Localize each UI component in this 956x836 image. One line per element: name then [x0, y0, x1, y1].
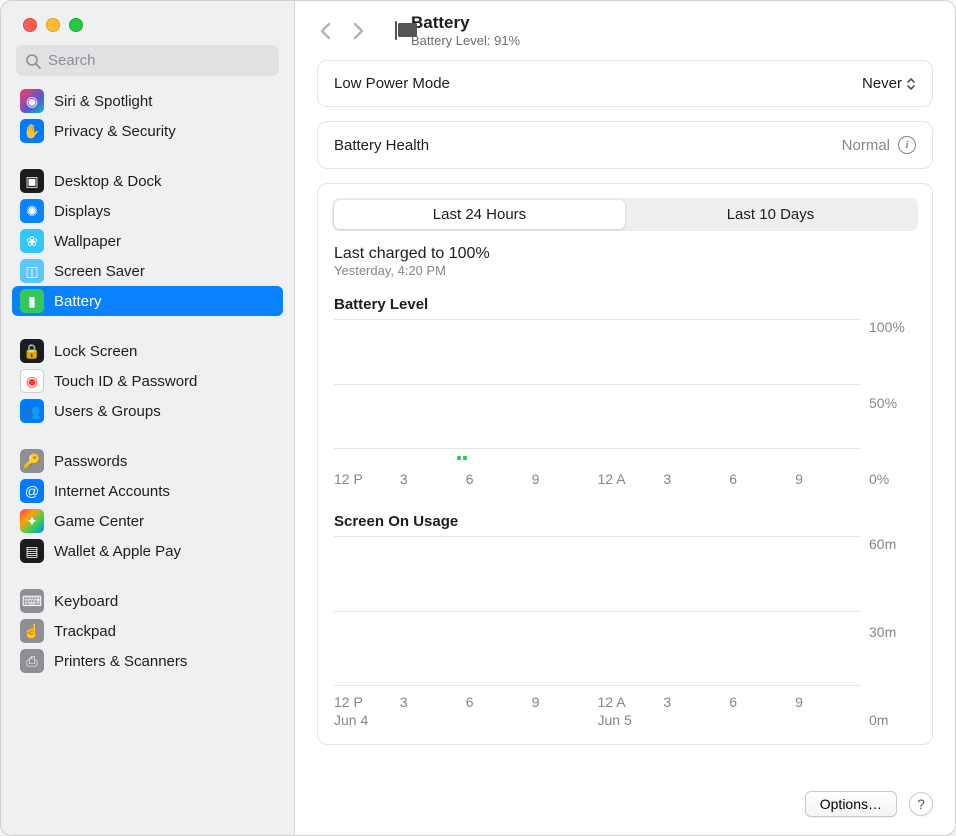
updown-icon [906, 76, 916, 92]
segment-last-24-hours[interactable]: Last 24 Hours [334, 200, 625, 229]
sidebar-item-label: Trackpad [54, 623, 116, 640]
low-power-mode-row: Low Power Mode Never [317, 60, 933, 107]
sidebar-item-label: Users & Groups [54, 403, 161, 420]
touch-id-password-icon: ◉ [20, 369, 44, 393]
sidebar-item-battery[interactable]: ▮ Battery [12, 286, 283, 316]
main-content: Battery Battery Level: 91% Low Power Mod… [295, 1, 955, 835]
screen-saver-icon: ◫ [20, 259, 44, 283]
settings-window: ◉ Siri & Spotlight ✋ Privacy & Security ▣ Des… [0, 0, 956, 836]
sidebar-item-printers-scanners[interactable]: ⎙ Printers & Scanners [12, 646, 283, 676]
back-button[interactable] [313, 16, 339, 46]
passwords-icon: 🔑 [20, 449, 44, 473]
footer: Options… ? [295, 787, 955, 835]
sidebar-item-lock-screen[interactable]: 🔒 Lock Screen [12, 336, 283, 366]
screen-on-chart-title: Screen On Usage [334, 513, 916, 530]
sidebar: ◉ Siri & Spotlight ✋ Privacy & Security ▣ Des… [1, 1, 295, 835]
sidebar-item-touch-id-password[interactable]: ◉ Touch ID & Password [12, 366, 283, 396]
last-charged-title: Last charged to 100% [334, 245, 916, 263]
sidebar-item-keyboard[interactable]: ⌨ Keyboard [12, 586, 283, 616]
sidebar-item-label: Touch ID & Password [54, 373, 197, 390]
page-title: Battery [411, 13, 520, 33]
time-range-segmented[interactable]: Last 24 HoursLast 10 Days [332, 198, 918, 231]
sidebar-item-displays[interactable]: ✺ Displays [12, 196, 283, 226]
sidebar-item-internet-accounts[interactable]: @ Internet Accounts [12, 476, 283, 506]
sidebar-item-label: Game Center [54, 513, 144, 530]
privacy-security-icon: ✋ [20, 119, 44, 143]
sidebar-item-siri-spotlight[interactable]: ◉ Siri & Spotlight [12, 86, 283, 116]
battery-level-chart-title: Battery Level [334, 296, 916, 313]
lock-screen-icon: 🔒 [20, 339, 44, 363]
sidebar-item-label: Wallet & Apple Pay [54, 543, 181, 560]
last-charged-subtitle: Yesterday, 4:20 PM [334, 263, 916, 278]
low-power-mode-popup[interactable]: Never [862, 75, 916, 92]
battery-health-value: Normal [842, 137, 890, 154]
internet-accounts-icon: @ [20, 479, 44, 503]
sidebar-item-trackpad[interactable]: ☝ Trackpad [12, 616, 283, 646]
header: Battery Battery Level: 91% [295, 1, 955, 60]
usage-card: Last 24 HoursLast 10 Days Last charged t… [317, 183, 933, 745]
screen-on-chart: 12 P36912 A369 Jun 4Jun 5 60m30m0m [334, 536, 916, 728]
battery-health-row: Battery Health Normal i [317, 121, 933, 169]
displays-icon: ✺ [20, 199, 44, 223]
sidebar-list[interactable]: ◉ Siri & Spotlight ✋ Privacy & Security ▣ Des… [1, 86, 294, 835]
minimize-button[interactable] [46, 18, 60, 32]
low-power-mode-label: Low Power Mode [334, 75, 450, 92]
sidebar-item-label: Siri & Spotlight [54, 93, 152, 110]
sidebar-item-label: Printers & Scanners [54, 653, 187, 670]
printers-scanners-icon: ⎙ [20, 649, 44, 673]
close-button[interactable] [23, 18, 37, 32]
sidebar-item-label: Displays [54, 203, 111, 220]
help-button[interactable]: ? [909, 792, 933, 816]
info-icon[interactable]: i [898, 136, 916, 154]
battery-level-chart: 12 P36912 A369 100%50%0% [334, 319, 916, 487]
trackpad-icon: ☝ [20, 619, 44, 643]
sidebar-item-wallet-apple-pay[interactable]: ▤ Wallet & Apple Pay [12, 536, 283, 566]
segment-last-10-days[interactable]: Last 10 Days [625, 200, 916, 229]
window-controls [1, 1, 294, 32]
forward-button[interactable] [345, 16, 371, 46]
sidebar-item-label: Internet Accounts [54, 483, 170, 500]
siri-spotlight-icon: ◉ [20, 89, 44, 113]
keyboard-icon: ⌨ [20, 589, 44, 613]
sidebar-item-label: Privacy & Security [54, 123, 176, 140]
options-button[interactable]: Options… [805, 791, 897, 817]
sidebar-item-game-center[interactable]: ✦ Game Center [12, 506, 283, 536]
search-input[interactable] [16, 45, 279, 76]
sidebar-item-label: Keyboard [54, 593, 118, 610]
sidebar-item-label: Battery [54, 293, 102, 310]
battery-icon: ▮ [20, 289, 44, 313]
users-groups-icon: 👥 [20, 399, 44, 423]
wallet-apple-pay-icon: ▤ [20, 539, 44, 563]
sidebar-item-passwords[interactable]: 🔑 Passwords [12, 446, 283, 476]
sidebar-item-privacy-security[interactable]: ✋ Privacy & Security [12, 116, 283, 146]
battery-health-label: Battery Health [334, 137, 429, 154]
sidebar-item-label: Lock Screen [54, 343, 137, 360]
sidebar-item-label: Passwords [54, 453, 127, 470]
sidebar-item-label: Desktop & Dock [54, 173, 162, 190]
sidebar-item-users-groups[interactable]: 👥 Users & Groups [12, 396, 283, 426]
sidebar-item-screen-saver[interactable]: ◫ Screen Saver [12, 256, 283, 286]
desktop-dock-icon: ▣ [20, 169, 44, 193]
sidebar-item-wallpaper[interactable]: ❀ Wallpaper [12, 226, 283, 256]
wallpaper-icon: ❀ [20, 229, 44, 253]
battery-level-label: Battery Level: 91% [411, 33, 520, 48]
game-center-icon: ✦ [20, 509, 44, 533]
battery-icon [395, 22, 397, 40]
sidebar-item-label: Screen Saver [54, 263, 145, 280]
fullscreen-button[interactable] [69, 18, 83, 32]
sidebar-item-label: Wallpaper [54, 233, 121, 250]
sidebar-item-desktop-dock[interactable]: ▣ Desktop & Dock [12, 166, 283, 196]
